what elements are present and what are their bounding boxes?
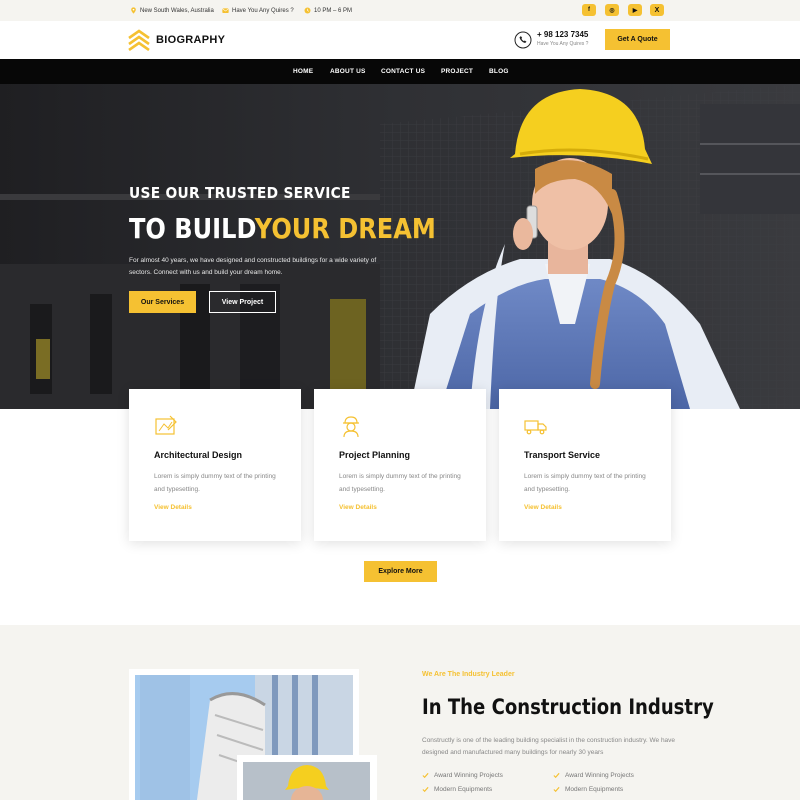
check-icon bbox=[553, 772, 560, 779]
email-text: Have You Any Quires ? bbox=[232, 7, 294, 14]
nav-item-blog[interactable]: BLOG bbox=[489, 59, 509, 84]
nav-item-home[interactable]: HOME bbox=[293, 59, 313, 84]
hero-description: For almost 40 years, we have designed an… bbox=[129, 257, 377, 276]
service-description: Lorem is simply dummy text of the printi… bbox=[524, 473, 646, 493]
location-info: New South Wales, Australia bbox=[130, 0, 214, 21]
facebook-icon[interactable]: f bbox=[582, 4, 596, 16]
feature-label: Modern Equipments bbox=[565, 786, 624, 793]
location-text: New South Wales, Australia bbox=[140, 7, 214, 14]
service-card-transport: Transport Service Lorem is simply dummy … bbox=[499, 389, 671, 541]
view-project-button[interactable]: View Project bbox=[209, 291, 276, 313]
service-card-planning: Project Planning Lorem is simply dummy t… bbox=[314, 389, 486, 541]
top-bar: New South Wales, Australia Have You Any … bbox=[0, 0, 800, 21]
check-icon bbox=[553, 786, 560, 793]
clock-icon bbox=[304, 7, 311, 14]
about-kicker: We Are The Industry Leader bbox=[422, 671, 515, 678]
about-description: Constructly is one of the leading buildi… bbox=[422, 737, 676, 756]
view-details-link[interactable]: View Details bbox=[339, 504, 377, 511]
youtube-icon[interactable]: ▶ bbox=[628, 4, 642, 16]
phone-subtext: Have You Any Quires ? bbox=[537, 41, 589, 47]
logo-chevrons-icon[interactable] bbox=[128, 29, 150, 51]
feature-label: Award Winning Projects bbox=[565, 772, 634, 779]
hero-kicker: USE OUR TRUSTED SERVICE bbox=[129, 184, 351, 202]
service-card-architectural: Architectural Design Lorem is simply dum… bbox=[129, 389, 301, 541]
truck-icon bbox=[524, 420, 547, 435]
get-quote-button[interactable]: Get A Quote bbox=[605, 29, 670, 50]
about-section: We Are The Industry Leader In The Constr… bbox=[0, 625, 800, 800]
check-icon bbox=[422, 772, 429, 779]
blueprint-icon bbox=[155, 415, 177, 435]
nav-item-about[interactable]: ABOUT US bbox=[330, 59, 366, 84]
service-title: Project Planning bbox=[339, 450, 411, 460]
hours-info: 10 PM – 6 PM bbox=[304, 0, 352, 21]
worker-photo bbox=[243, 762, 370, 800]
feature-item: Award Winning Projects bbox=[422, 772, 503, 779]
service-title: Transport Service bbox=[524, 450, 601, 460]
feature-label: Modern Equipments bbox=[434, 786, 493, 793]
x-twitter-icon[interactable]: X bbox=[650, 4, 664, 16]
phone-icon bbox=[514, 31, 532, 49]
engineer-icon bbox=[343, 416, 359, 438]
feature-label: Award Winning Projects bbox=[434, 772, 503, 779]
phone-number[interactable]: + 98 123 7345 bbox=[537, 30, 588, 39]
email-info[interactable]: Have You Any Quires ? bbox=[222, 0, 294, 21]
our-services-button[interactable]: Our Services bbox=[129, 291, 196, 313]
nav-item-project[interactable]: PROJECT bbox=[441, 59, 473, 84]
hero-title-highlight: YOUR DREAM bbox=[254, 212, 436, 245]
hours-text: 10 PM – 6 PM bbox=[314, 7, 353, 14]
location-pin-icon bbox=[131, 7, 136, 14]
about-title: In The Construction Industry bbox=[422, 695, 714, 719]
hero-title-main: TO BUILD bbox=[129, 212, 255, 245]
view-details-link[interactable]: View Details bbox=[524, 504, 562, 511]
site-header: BIOGRAPHY + 98 123 7345 Have You Any Qui… bbox=[0, 21, 800, 59]
hero-background-image bbox=[0, 84, 800, 409]
explore-more-button[interactable]: Explore More bbox=[364, 561, 437, 582]
feature-item: Modern Equipments bbox=[553, 786, 623, 793]
service-description: Lorem is simply dummy text of the printi… bbox=[339, 473, 461, 493]
logo-text[interactable]: BIOGRAPHY bbox=[156, 34, 225, 46]
hero-title: TO BUILDYOUR DREAM bbox=[129, 212, 436, 245]
view-details-link[interactable]: View Details bbox=[154, 504, 192, 511]
feature-item: Award Winning Projects bbox=[553, 772, 634, 779]
instagram-icon[interactable]: ◎ bbox=[605, 4, 619, 16]
main-nav: HOME ABOUT US CONTACT US PROJECT BLOG bbox=[0, 59, 800, 84]
nav-item-contact[interactable]: CONTACT US bbox=[381, 59, 425, 84]
service-description: Lorem is simply dummy text of the printi… bbox=[154, 473, 276, 493]
check-icon bbox=[422, 786, 429, 793]
feature-item: Modern Equipments bbox=[422, 786, 492, 793]
service-title: Architectural Design bbox=[154, 450, 243, 460]
envelope-icon bbox=[222, 8, 229, 13]
hero-section: USE OUR TRUSTED SERVICE TO BUILDYOUR DRE… bbox=[0, 84, 800, 409]
